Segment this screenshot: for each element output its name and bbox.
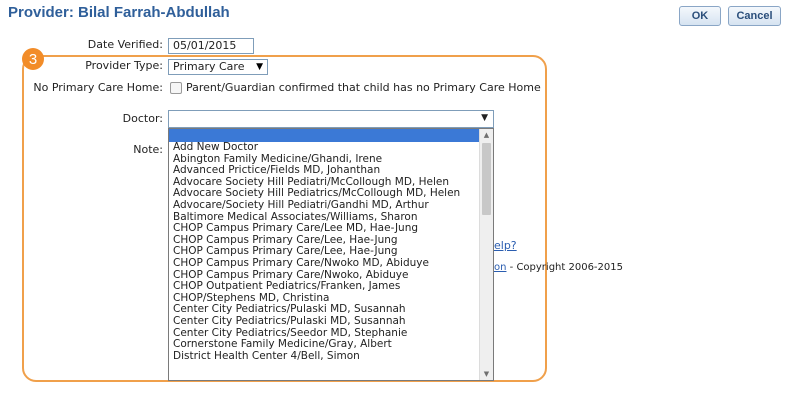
provider-type-select[interactable]: Primary Care ▼ [168, 59, 268, 75]
no-primary-care-home-checkbox-label: Parent/Guardian confirmed that child has… [186, 81, 541, 94]
doctor-option[interactable]: District Health Center 4/Bell, Simon [173, 350, 493, 363]
step-badge: 3 [22, 48, 44, 70]
dropdown-scrollbar[interactable]: ▲ ▼ [479, 129, 493, 380]
doctor-option[interactable]: CHOP Campus Primary Care/Lee MD, Hae-Jun… [173, 223, 493, 235]
chevron-down-icon: ▼ [256, 62, 263, 72]
copyright-text: - Copyright 2006-2015 [509, 262, 623, 273]
date-verified-label: Date Verified: [87, 38, 163, 51]
no-primary-care-home-checkbox[interactable] [170, 82, 182, 94]
doctor-label: Doctor: [122, 112, 163, 125]
copyright-link[interactable]: on [494, 262, 506, 273]
scroll-thumb[interactable] [482, 143, 491, 215]
provider-type-label: Provider Type: [85, 59, 163, 72]
date-verified-field[interactable]: 05/01/2015 [168, 38, 254, 54]
copyright-line: on - Copyright 2006-2015 [494, 262, 623, 273]
doctor-select[interactable]: ▼ [168, 110, 494, 128]
doctor-option[interactable]: Cornerstone Family Medicine/Gray, Albert [173, 338, 493, 351]
doctor-option-list: Add New Doctor Abington Family Medicine/G… [169, 141, 493, 363]
scroll-down-icon[interactable]: ▼ [480, 368, 493, 380]
chevron-down-icon: ▼ [481, 113, 488, 123]
doctor-option[interactable]: Center City Pediatrics/Pulaski MD, Susan… [173, 315, 493, 328]
doctor-option[interactable]: CHOP Outpatient Pediatrics/Franken, Jame… [173, 281, 493, 293]
scroll-up-icon[interactable]: ▲ [480, 129, 493, 141]
doctor-option[interactable]: CHOP Campus Primary Care/Nwoko MD, Abidu… [173, 257, 493, 270]
no-primary-care-home-label: No Primary Care Home: [33, 81, 163, 94]
doctor-dropdown-list[interactable]: Add New Doctor Abington Family Medicine/G… [168, 128, 494, 381]
ok-button[interactable]: OK [679, 6, 721, 26]
cancel-button[interactable]: Cancel [728, 6, 781, 26]
note-label: Note: [133, 143, 163, 156]
help-link[interactable]: elp? [494, 239, 517, 252]
page-title: Provider: Bilal Farrah-Abdullah [8, 4, 230, 21]
doctor-option[interactable]: Advocare/Society Hill Pediatri/Gandhi MD… [173, 199, 493, 212]
provider-type-value: Primary Care [173, 60, 245, 73]
doctor-option[interactable]: Add New Doctor [173, 141, 493, 154]
